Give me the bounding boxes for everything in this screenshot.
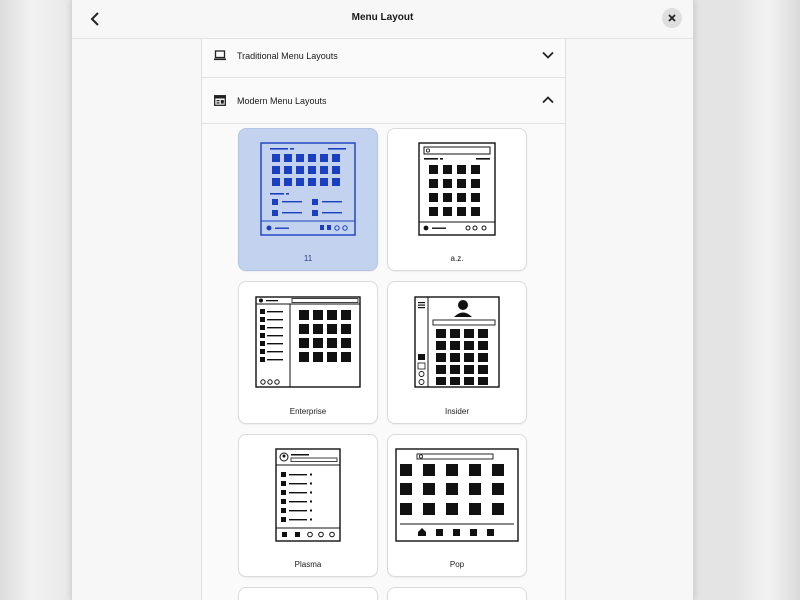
layout-label-az: a.z. (450, 254, 464, 263)
layout-tile-partial-left[interactable] (238, 587, 378, 600)
chevron-up-icon (542, 96, 554, 104)
traditional-layouts-label: Traditional Menu Layouts (237, 51, 338, 61)
dialog-title: Menu Layout (351, 12, 414, 23)
layout-11-preview-icon (260, 142, 356, 236)
traditional-layouts-expander[interactable]: Traditional Menu Layouts (202, 39, 565, 78)
modern-layouts-label: Modern Menu Layouts (237, 96, 327, 106)
layout-tile-11[interactable]: 11 (238, 128, 378, 271)
window-layout-icon (214, 95, 226, 106)
layout-label-pop: Pop (449, 560, 465, 569)
chevron-down-icon (542, 51, 554, 59)
laptop-icon (214, 50, 226, 61)
layout-tile-plasma[interactable]: Plasma (238, 434, 378, 577)
layout-tile-enterprise[interactable]: Enterprise (238, 281, 378, 424)
dialog-header: Menu Layout (72, 0, 693, 39)
layout-tile-pop[interactable]: Pop (387, 434, 527, 577)
close-button[interactable] (662, 8, 682, 28)
layout-tile-az[interactable]: a.z. (387, 128, 527, 271)
layout-insider-preview-icon (414, 296, 500, 388)
layout-label-11: 11 (303, 254, 313, 263)
modern-layouts-expander[interactable]: Modern Menu Layouts (202, 78, 565, 124)
close-icon (668, 14, 676, 22)
layout-label-enterprise: Enterprise (289, 407, 327, 416)
layout-plasma-preview-icon (275, 448, 341, 542)
menu-layout-dialog: Menu Layout Traditional Menu Layouts Mod… (71, 0, 694, 600)
layout-pop-preview-icon (395, 448, 519, 542)
layout-grid: 11 a.z. Enterprise Insider Plasma Pop (238, 128, 528, 600)
layout-az-preview-icon (418, 142, 496, 236)
layout-tile-insider[interactable]: Insider (387, 281, 527, 424)
layout-label-plasma: Plasma (294, 560, 322, 569)
layout-label-insider: Insider (444, 407, 469, 416)
layout-enterprise-preview-icon (255, 296, 361, 388)
layout-tile-partial-right[interactable] (387, 587, 527, 600)
